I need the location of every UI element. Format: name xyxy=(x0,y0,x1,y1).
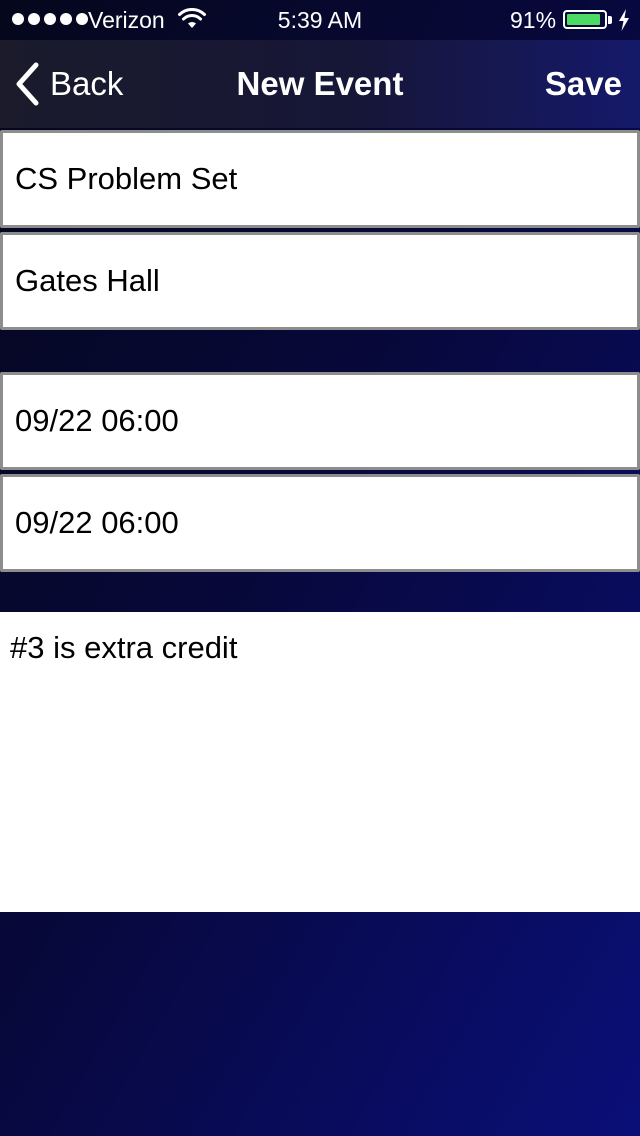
event-end-time-field[interactable]: 09/22 06:00 xyxy=(0,474,640,572)
battery-tip xyxy=(608,16,612,24)
navigation-bar: Back New Event Save xyxy=(0,40,640,128)
status-bar: Verizon 5:39 AM 91% xyxy=(0,0,640,40)
event-notes-textarea[interactable]: #3 is extra credit xyxy=(0,612,640,912)
battery-percentage: 91% xyxy=(510,7,557,33)
battery-fill xyxy=(567,14,600,25)
event-location-field[interactable]: Gates Hall xyxy=(0,232,640,330)
charging-bolt-icon xyxy=(618,9,630,37)
event-start-time-field[interactable]: 09/22 06:00 xyxy=(0,372,640,470)
save-button[interactable]: Save xyxy=(545,65,622,103)
battery-icon xyxy=(563,10,607,29)
event-title-field[interactable]: CS Problem Set xyxy=(0,130,640,228)
